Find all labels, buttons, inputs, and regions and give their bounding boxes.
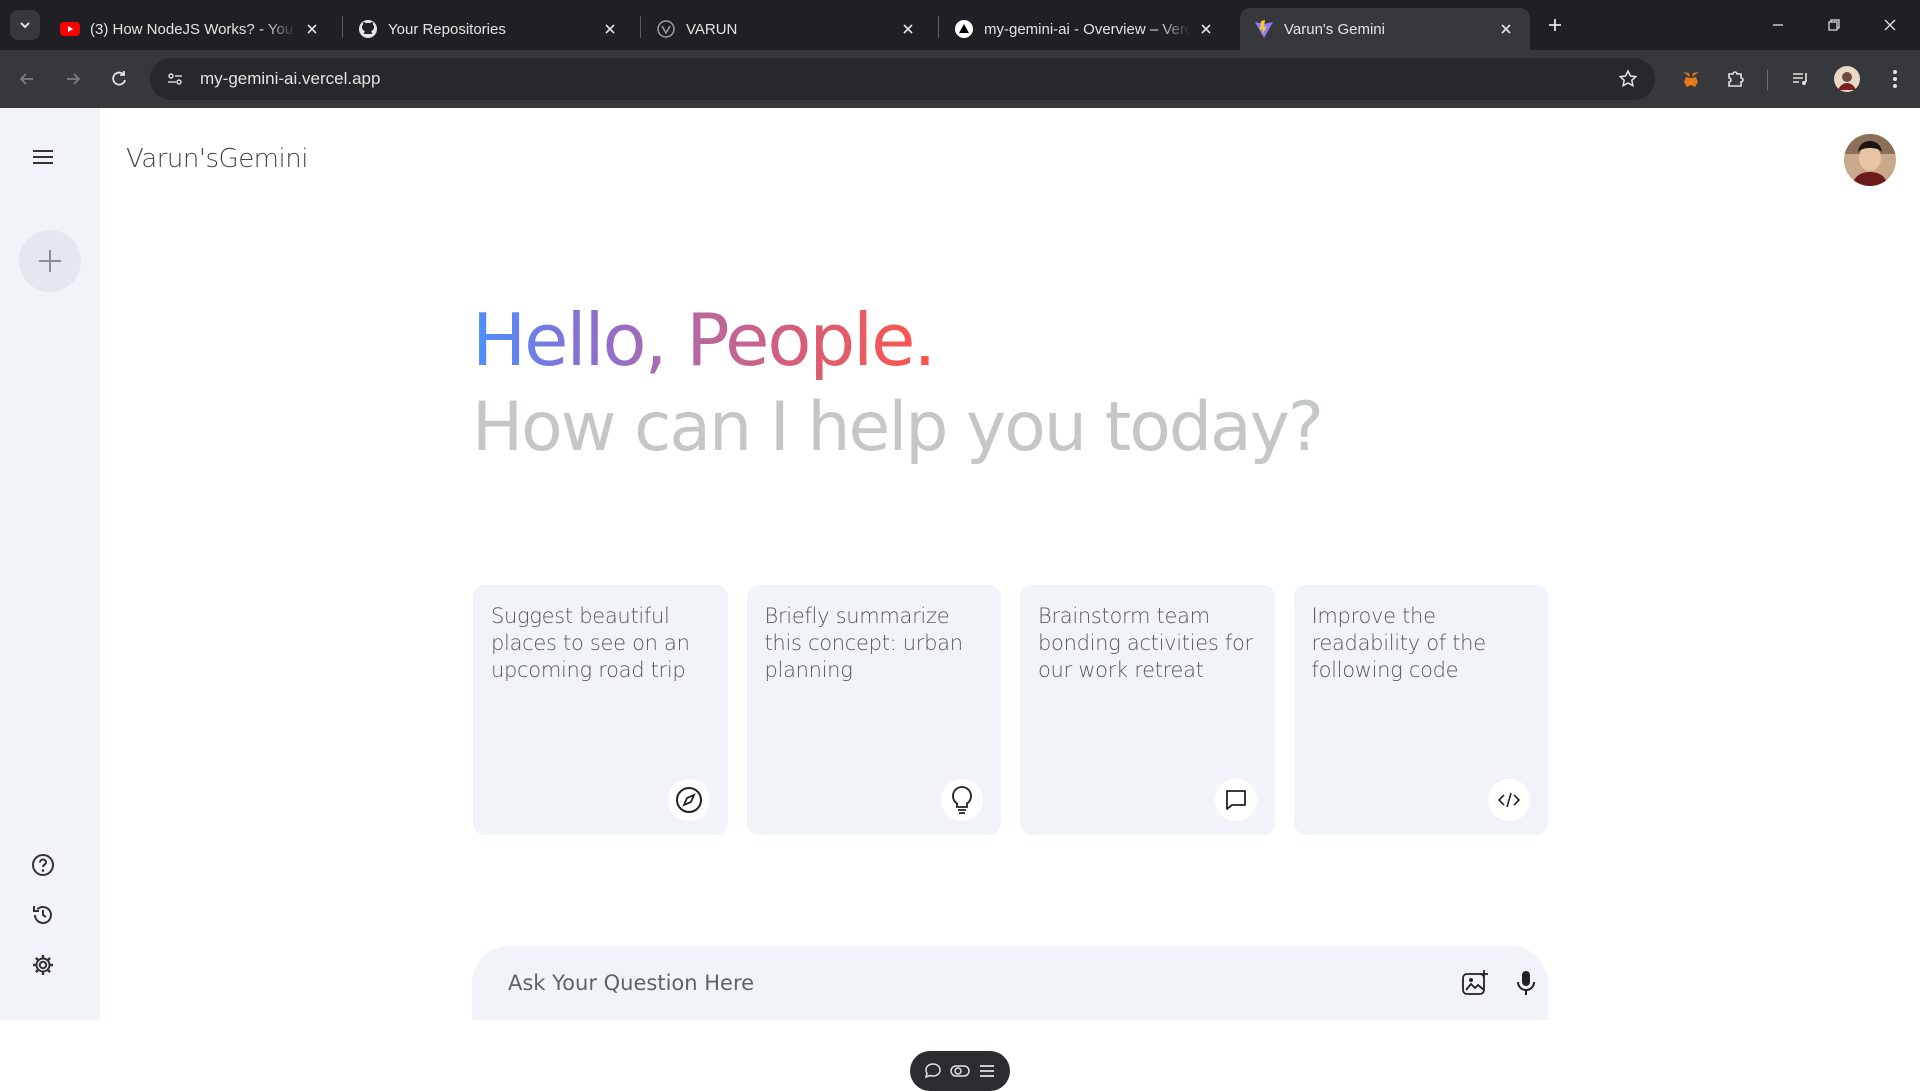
- close-icon[interactable]: [1196, 19, 1216, 39]
- tab-title: (3) How NodeJS Works? - YouTube: [90, 20, 296, 38]
- restore-button[interactable]: [1814, 10, 1854, 40]
- metamask-extension-icon[interactable]: [1676, 64, 1706, 94]
- user-avatar[interactable]: [1844, 134, 1896, 186]
- more-vert-icon: [1893, 70, 1897, 88]
- suggestion-text: Briefly summarize this concept: urban pl…: [764, 604, 964, 682]
- tab-separator: [342, 16, 343, 38]
- tab-github[interactable]: Your Repositories: [344, 8, 634, 50]
- new-chat-button[interactable]: [19, 230, 81, 292]
- url-text: my-gemini-ai.vercel.app: [200, 69, 381, 88]
- suggestion-card[interactable]: Improve the readability of the following…: [1293, 585, 1548, 835]
- forward-button[interactable]: [58, 64, 88, 94]
- tab-varuns-gemini[interactable]: Varun's Gemini: [1240, 8, 1530, 50]
- history-icon: [33, 906, 52, 924]
- close-window-button[interactable]: [1870, 10, 1910, 40]
- greeting-headline: Hello, People.: [472, 298, 936, 382]
- reload-icon: [112, 71, 126, 86]
- tab-title: my-gemini-ai - Overview – Vercel: [984, 20, 1190, 38]
- tab-search-button[interactable]: [10, 10, 40, 40]
- vue-icon: [656, 19, 676, 39]
- settings-button[interactable]: [28, 950, 58, 980]
- close-icon[interactable]: [898, 19, 918, 39]
- close-icon: [1884, 19, 1896, 31]
- help-button[interactable]: [28, 850, 58, 880]
- history-button[interactable]: [28, 900, 58, 930]
- chat-bubble-icon[interactable]: [922, 1060, 944, 1082]
- tab-strip: (3) How NodeJS Works? - YouTube Your Rep…: [0, 0, 1920, 50]
- new-tab-button[interactable]: [1542, 12, 1568, 38]
- tab-title: Your Repositories: [388, 20, 506, 38]
- tab-vercel[interactable]: my-gemini-ai - Overview – Vercel: [940, 8, 1230, 50]
- address-bar[interactable]: my-gemini-ai.vercel.app: [150, 58, 1655, 100]
- toggle-icon[interactable]: [949, 1060, 971, 1082]
- prompt-bar: [472, 946, 1548, 1020]
- microphone-icon[interactable]: [1507, 964, 1545, 1002]
- suggestion-text: Suggest beautiful places to see on an up…: [491, 604, 690, 682]
- arrow-right-icon: [67, 73, 81, 85]
- minimize-icon: [1773, 24, 1783, 26]
- image-upload-icon[interactable]: [1456, 964, 1494, 1002]
- vercel-icon: [954, 19, 974, 39]
- plus-icon: [39, 250, 61, 272]
- youtube-icon: [60, 19, 80, 39]
- gear-icon: [33, 955, 53, 975]
- menu-button[interactable]: [26, 140, 60, 174]
- sidebar: [0, 108, 100, 1020]
- app-root: Varun'sGemini Hello, People. How can I h…: [0, 108, 1920, 1091]
- chevron-down-icon: [20, 22, 30, 29]
- hamburger-icon: [33, 150, 53, 164]
- media-controls-icon[interactable]: [1786, 64, 1816, 94]
- close-icon[interactable]: [1496, 19, 1516, 39]
- site-info-icon[interactable]: [160, 64, 190, 94]
- greeting-subheading: How can I help you today?: [472, 388, 1324, 467]
- minimize-button[interactable]: [1758, 10, 1798, 40]
- browser-toolbar: my-gemini-ai.vercel.app: [0, 50, 1920, 108]
- suggestion-text: Improve the readability of the following…: [1311, 604, 1487, 682]
- github-icon: [358, 19, 378, 39]
- toolbar-separator: [1767, 70, 1768, 90]
- suggestion-card[interactable]: Briefly summarize this concept: urban pl…: [746, 585, 1001, 835]
- suggestion-text: Brainstorm team bonding activities for o…: [1038, 604, 1253, 682]
- suggestion-cards: Suggest beautiful places to see on an up…: [473, 585, 1548, 835]
- message-icon: [1214, 779, 1257, 821]
- tab-separator: [640, 16, 641, 38]
- close-icon[interactable]: [600, 19, 620, 39]
- bulb-icon: [941, 779, 983, 821]
- bookmark-star-icon[interactable]: [1617, 68, 1639, 90]
- tab-varun[interactable]: VARUN: [642, 8, 932, 50]
- plus-icon: [1549, 19, 1561, 31]
- restore-icon: [1828, 19, 1840, 31]
- profile-avatar-icon[interactable]: [1832, 64, 1862, 94]
- tab-youtube[interactable]: (3) How NodeJS Works? - YouTube: [46, 8, 336, 50]
- tab-separator: [938, 16, 939, 38]
- arrow-left-icon: [19, 73, 33, 85]
- prompt-input[interactable]: [508, 968, 1208, 998]
- app-brand-title: Varun'sGemini: [126, 144, 308, 174]
- code-icon: [1488, 779, 1530, 821]
- reload-button[interactable]: [104, 64, 134, 94]
- back-button[interactable]: [12, 64, 42, 94]
- close-icon[interactable]: [302, 19, 322, 39]
- tab-title: Varun's Gemini: [1284, 20, 1385, 38]
- extensions-puzzle-icon[interactable]: [1720, 64, 1750, 94]
- vite-icon: [1254, 19, 1274, 39]
- help-icon: [32, 854, 54, 876]
- compass-icon: [667, 779, 710, 821]
- floating-toolbar: [910, 1051, 1010, 1091]
- suggestion-card[interactable]: Brainstorm team bonding activities for o…: [1020, 585, 1275, 835]
- suggestion-card[interactable]: Suggest beautiful places to see on an up…: [473, 585, 728, 835]
- list-icon[interactable]: [976, 1060, 998, 1082]
- browser-menu-button[interactable]: [1880, 64, 1910, 94]
- tab-title: VARUN: [686, 20, 738, 38]
